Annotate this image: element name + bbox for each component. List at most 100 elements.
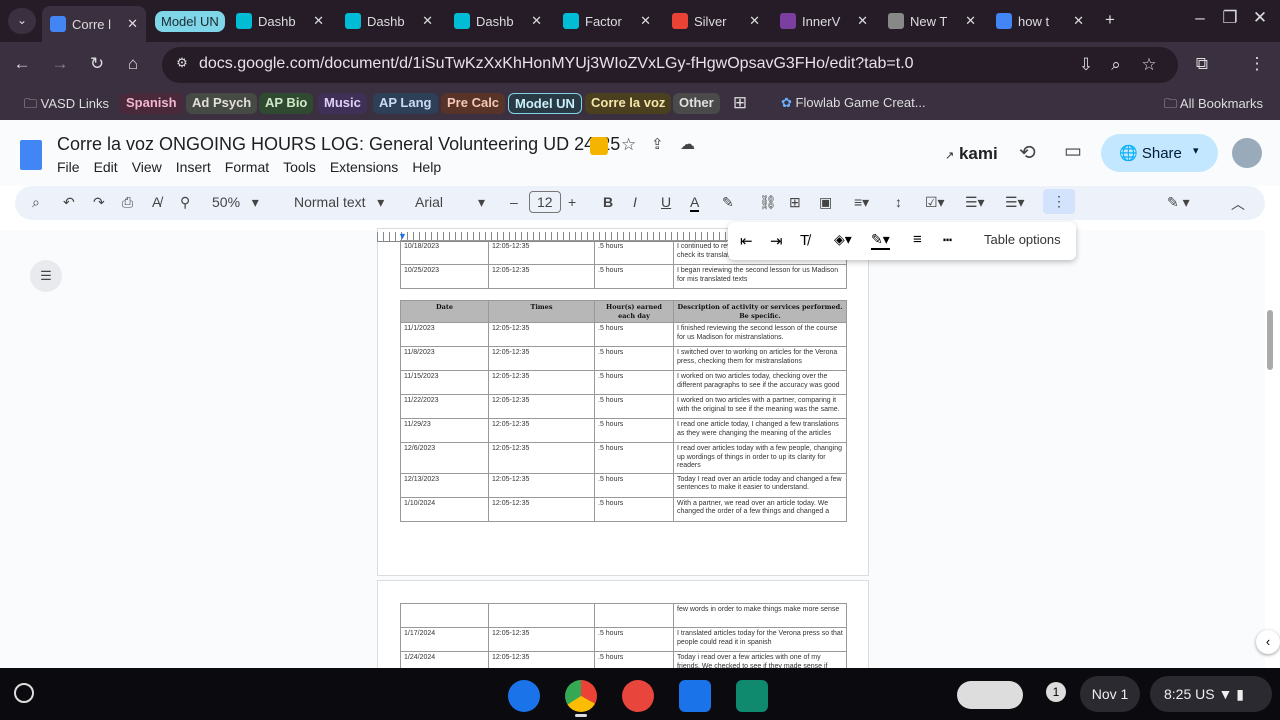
table-cell[interactable]: .5 hours [594, 472, 674, 498]
table-cell[interactable]: 12:05-12:35 [488, 346, 595, 371]
table-cell[interactable]: 12:05-12:35 [488, 370, 595, 395]
share-button[interactable]: 🌐 Share ▾ [1101, 134, 1218, 172]
table-cell[interactable]: 12/13/2023 [400, 472, 489, 498]
menu-tools[interactable]: Tools [283, 159, 316, 175]
table-cell[interactable]: .5 hours [594, 442, 674, 474]
table-cell[interactable]: .5 hours [594, 496, 674, 522]
maximize-button[interactable]: ❐ [1218, 8, 1242, 28]
camera-app-icon[interactable] [508, 680, 540, 712]
table-cell[interactable] [594, 603, 674, 628]
table-cell[interactable]: .5 hours [594, 418, 674, 443]
link-icon[interactable]: ⛓ [759, 194, 777, 211]
numbered-list-icon[interactable]: ☰▾ [1005, 194, 1025, 211]
bookmark-item[interactable]: Corre la voz [585, 93, 672, 114]
star-icon[interactable]: ☆ [1137, 55, 1161, 75]
outline-icon[interactable]: ☰ [30, 260, 62, 292]
border-dash-icon[interactable]: ┅ [943, 231, 952, 249]
table-cell[interactable]: .5 hours [594, 627, 674, 652]
image-icon[interactable]: ▣ [819, 194, 832, 211]
table-cell[interactable]: I began reviewing the second lesson for … [673, 264, 847, 289]
table-cell[interactable]: 12:05-12:35 [488, 496, 595, 522]
close-tab-icon[interactable]: ✕ [965, 13, 976, 29]
close-tab-icon[interactable]: ✕ [749, 13, 760, 29]
bookmark-item[interactable]: AP Lang [373, 93, 438, 114]
bullet-list-icon[interactable]: ☰▾ [965, 194, 985, 211]
docs-logo-icon[interactable] [20, 140, 42, 170]
version-history-icon[interactable]: ⟲ [1019, 140, 1036, 165]
menu-view[interactable]: View [132, 159, 162, 175]
back-button[interactable]: ← [10, 54, 34, 74]
table-cell[interactable]: 11/1/2023 [400, 322, 489, 347]
browser-tab[interactable]: Silver ✕ [664, 6, 768, 36]
menu-edit[interactable]: Edit [94, 159, 118, 175]
address-bar[interactable]: ⚙ docs.google.com/document/d/1iSuTwKzXxK… [162, 47, 1178, 83]
bookmark-item[interactable]: Model UN [508, 93, 582, 114]
table-cell[interactable]: I read one article today, I changed a fe… [673, 418, 847, 443]
table-cell[interactable]: 12/6/2023 [400, 442, 489, 474]
table-cell[interactable]: 11/22/2023 [400, 394, 489, 419]
table-cell[interactable]: .5 hours [594, 264, 674, 289]
align-icon[interactable]: ≡▾ [854, 194, 869, 211]
menu-icon[interactable]: ⋮ [1245, 54, 1269, 74]
editing-mode-icon[interactable]: ✎ ▾ [1167, 194, 1190, 211]
bookmark-item[interactable]: Ad Psych [186, 93, 258, 114]
search-menus-icon[interactable]: ⌕ [32, 194, 40, 211]
table-cell[interactable]: 1/10/2024 [400, 496, 489, 522]
avatar[interactable] [1232, 138, 1262, 168]
table-cell[interactable]: I switched over to working on articles f… [673, 346, 847, 371]
holding-space-icon[interactable] [957, 681, 1023, 709]
browser-tab[interactable]: Factor ✕ [555, 6, 659, 36]
table-cell[interactable]: 12:05-12:35 [488, 627, 595, 652]
menu-format[interactable]: Format [225, 159, 269, 175]
font-size-input[interactable]: 12 [529, 191, 561, 213]
increase-indent-icon[interactable]: ⇥ [770, 232, 783, 250]
reload-button[interactable]: ↻ [85, 54, 109, 74]
column-header[interactable]: Hour(s) earned each day [594, 300, 674, 323]
border-color-icon[interactable]: ✎▾ [871, 231, 890, 250]
close-tab-icon[interactable]: ✕ [857, 13, 868, 29]
browser-tab[interactable]: Dashb ✕ [446, 6, 550, 36]
bookmark-item[interactable]: Spanish [120, 93, 183, 114]
close-tab-icon[interactable]: ✕ [127, 16, 138, 32]
bold-button[interactable]: B [603, 194, 613, 210]
undo-icon[interactable]: ↶ [63, 194, 75, 211]
bookmark-item[interactable]: 🗀 VASD Links [18, 93, 115, 114]
table-cell[interactable]: .5 hours [594, 240, 674, 265]
site-info-icon[interactable]: ⚙ [170, 55, 194, 71]
table-cell[interactable]: 12:05-12:35 [488, 322, 595, 347]
kami-button[interactable]: ↗ kami [945, 144, 998, 164]
browser-tab[interactable]: InnerV ✕ [772, 6, 876, 36]
menu-insert[interactable]: Insert [176, 159, 211, 175]
border-width-icon[interactable]: ≡ [913, 231, 922, 248]
table-cell[interactable]: 12:05-12:35 [488, 442, 595, 474]
table-cell[interactable] [400, 603, 489, 628]
forward-button[interactable]: → [48, 54, 72, 74]
table-cell[interactable] [488, 603, 595, 628]
font-select[interactable]: Arial ▾ [415, 194, 485, 211]
checklist-icon[interactable]: ☑▾ [925, 194, 945, 211]
side-panel-toggle-icon[interactable]: ‹ [1256, 630, 1280, 654]
launcher-icon[interactable] [14, 683, 34, 703]
browser-tab[interactable]: how t ✕ [988, 6, 1092, 36]
move-icon[interactable]: ⇪ [651, 135, 664, 153]
new-tab-button[interactable]: + [1098, 10, 1122, 30]
scrollbar[interactable] [1267, 310, 1273, 370]
table-cell[interactable]: .5 hours [594, 394, 674, 419]
table-cell[interactable]: 12:05-12:35 [488, 394, 595, 419]
table-cell[interactable]: 12:05-12:35 [488, 240, 595, 265]
table-cell[interactable]: 11/8/2023 [400, 346, 489, 371]
italic-button[interactable]: I [633, 194, 637, 210]
clear-formatting-icon[interactable]: T̸ [800, 232, 809, 249]
apps-icon[interactable]: ⊞ [728, 93, 752, 113]
table-cell[interactable]: .5 hours [594, 370, 674, 395]
table-options-button[interactable]: Table options [984, 232, 1061, 247]
table-cell[interactable]: I worked on two articles with a partner,… [673, 394, 847, 419]
decrease-font-size[interactable]: – [510, 194, 518, 210]
table-cell[interactable]: 12:05-12:35 [488, 418, 595, 443]
star-icon[interactable]: ☆ [621, 135, 636, 155]
install-icon[interactable]: ⇩ [1074, 55, 1098, 75]
bookmark-item[interactable]: Pre Calc [441, 93, 506, 114]
home-button[interactable]: ⌂ [121, 54, 145, 74]
table-cell[interactable]: few words in order to make things make m… [673, 603, 847, 628]
column-header[interactable]: Date [400, 300, 489, 323]
